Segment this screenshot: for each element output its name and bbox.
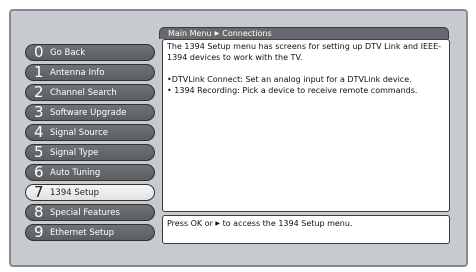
breadcrumb: Main Menu ▶ Connections [159,27,449,39]
tv-menu-screen: 0 Go Back 1 Antenna Info 2 Channel Searc… [0,0,476,272]
breadcrumb-parent: Main Menu [168,29,212,38]
menu-item-label: Signal Source [50,127,109,138]
breadcrumb-current: Connections [222,29,272,38]
menu-item-number: 1 [34,64,44,81]
menu-item-number: 9 [34,224,44,241]
menu-item-number: 8 [34,204,44,221]
info-bullet-1394-recording: • 1394 Recording: Pick a device to recei… [167,86,418,95]
menu-item-ethernet-setup[interactable]: 9 Ethernet Setup [25,224,155,241]
menu-item-auto-tuning[interactable]: 6 Auto Tuning [25,164,155,181]
menu-item-software-upgrade[interactable]: 3 Software Upgrade [25,104,155,121]
hint-box: Press OK or ▶ to access the 1394 Setup m… [162,215,450,244]
menu-item-1394-setup[interactable]: 7 1394 Setup [25,184,155,201]
menu-item-label: Auto Tuning [50,167,101,178]
menu-item-channel-search[interactable]: 2 Channel Search [25,84,155,101]
menu-item-number: 3 [34,104,44,121]
menu-item-number: 2 [34,84,44,101]
menu-item-number: 6 [34,164,44,181]
menu-item-number: 5 [34,144,44,161]
menu-item-signal-source[interactable]: 4 Signal Source [25,124,155,141]
menu-item-antenna-info[interactable]: 1 Antenna Info [25,64,155,81]
menu-item-label: Special Features [50,207,120,218]
menu-item-signal-type[interactable]: 5 Signal Type [25,144,155,161]
menu-item-number: 7 [34,184,44,201]
menu-item-special-features[interactable]: 8 Special Features [25,204,155,221]
menu-item-number: 4 [34,124,44,141]
right-triangle-icon: ▶ [214,30,220,37]
menu-item-label: Antenna Info [50,67,105,78]
info-bullet-dtvlink: •DTVLink Connect: Set an analog input fo… [167,75,412,84]
menu-item-go-back[interactable]: 0 Go Back [25,44,155,61]
menu-item-label: 1394 Setup [50,187,100,198]
menu-item-label: Go Back [50,47,86,58]
menu-item-number: 0 [34,44,44,61]
info-box: The 1394 Setup menu has screens for sett… [162,39,450,212]
menu-item-label: Ethernet Setup [50,227,115,238]
info-intro: The 1394 Setup menu has screens for sett… [167,42,442,62]
menu-item-label: Software Upgrade [50,107,127,118]
hint-text-after: to access the 1394 Setup menu. [220,219,353,228]
menu-item-label: Signal Type [50,147,99,158]
menu-item-label: Channel Search [50,87,117,98]
hint-text-before: Press OK or [167,219,216,228]
